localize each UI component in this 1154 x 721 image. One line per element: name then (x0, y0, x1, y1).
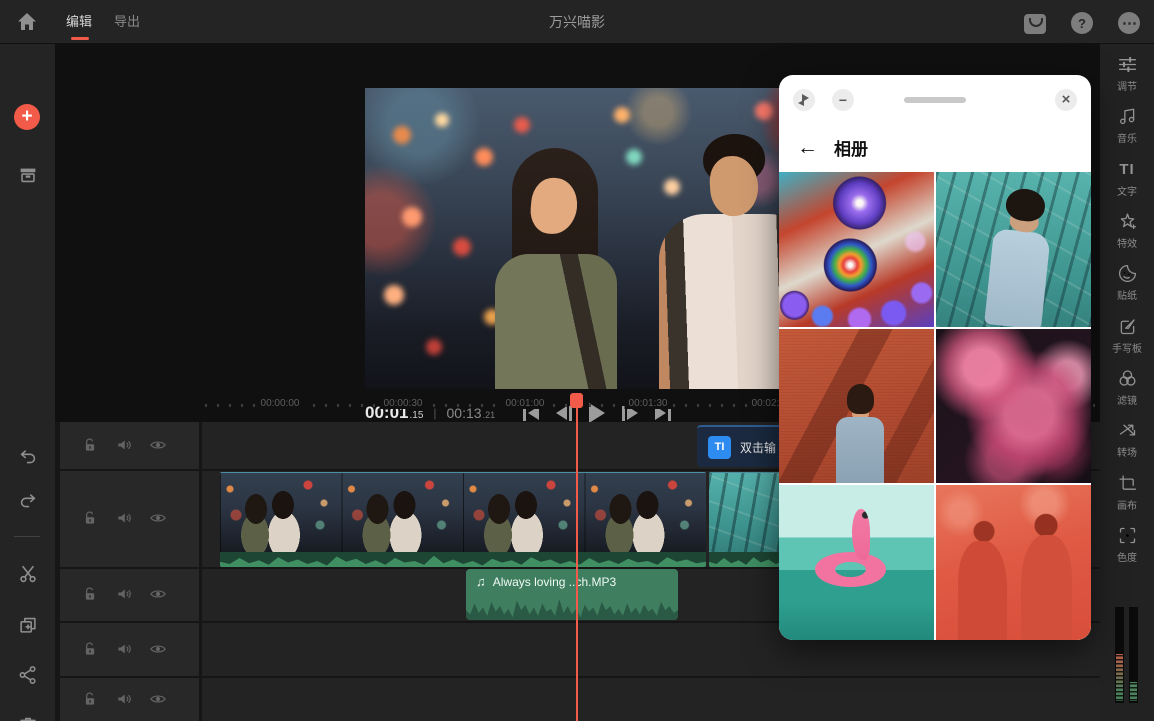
cut-icon[interactable] (0, 557, 55, 591)
album-photo-pink-ink[interactable] (936, 329, 1091, 484)
panel-drag-handle[interactable] (904, 97, 966, 103)
sidebar-label: 音乐 (1117, 130, 1137, 145)
mute-track-icon[interactable] (114, 640, 134, 660)
sidebar-label: 滤镜 (1117, 392, 1137, 407)
sidebar-label: 画布 (1117, 497, 1137, 512)
visibility-track-icon[interactable] (148, 640, 168, 660)
visibility-track-icon[interactable] (148, 509, 168, 529)
undo-icon[interactable] (0, 441, 55, 475)
left-toolbar: + (0, 44, 55, 721)
sidebar-item-effects[interactable]: 特效 (1100, 209, 1154, 257)
track-header (60, 678, 199, 721)
album-photo-grid (779, 172, 1091, 640)
lock-track-icon[interactable] (80, 436, 100, 456)
mute-track-icon[interactable] (114, 690, 134, 710)
track-header (60, 569, 199, 621)
track-header (60, 422, 199, 469)
media-library-icon[interactable] (0, 158, 55, 192)
panel-close-icon[interactable]: × (1055, 89, 1077, 111)
mute-track-icon[interactable] (114, 436, 134, 456)
sidebar-item-adjust[interactable]: 调节 (1100, 52, 1154, 100)
sidebar-item-drawing-pad[interactable]: 手写板 (1100, 314, 1154, 362)
ruler-label: 00:01:30 (625, 398, 672, 409)
mute-track-icon[interactable] (114, 509, 134, 529)
audio-level-meters (1113, 607, 1139, 703)
album-photo-woman-orange-wall[interactable] (779, 329, 934, 484)
panel-dock-icon[interactable] (793, 89, 815, 111)
sidebar-item-music[interactable]: 音乐 (1100, 104, 1154, 152)
visibility-track-icon[interactable] (148, 436, 168, 456)
bokeh-lights (365, 88, 379, 102)
sidebar-label: 文字 (1117, 183, 1137, 198)
sidebar-item-stickers[interactable]: 贴纸 (1100, 261, 1154, 309)
mute-track-icon[interactable] (114, 585, 134, 605)
add-media-button[interactable]: + (14, 104, 40, 130)
audio-meter-left (1115, 607, 1124, 703)
ruler-label: 00:00:30 (380, 398, 427, 409)
video-clip-thumbnails (220, 473, 706, 553)
video-clip-waveform (220, 552, 706, 567)
visibility-track-icon[interactable] (148, 585, 168, 605)
lock-track-icon[interactable] (80, 509, 100, 529)
track-header (60, 623, 199, 676)
ruler-label: 00:00:00 (257, 398, 304, 409)
sidebar-label: 手写板 (1112, 340, 1142, 355)
album-panel: − × ← 相册 (779, 75, 1091, 640)
text-clip-badge: TI (708, 436, 731, 459)
playhead-line (576, 395, 578, 721)
audio-meter-right (1129, 607, 1138, 703)
album-photo-colorful-bubbles[interactable] (779, 172, 934, 327)
duplicate-icon[interactable] (0, 608, 55, 642)
lock-track-icon[interactable] (80, 585, 100, 605)
sidebar-item-chroma[interactable]: 色度 (1100, 523, 1154, 571)
sidebar-label: 色度 (1117, 549, 1137, 564)
lock-track-icon[interactable] (80, 690, 100, 710)
text-clip-label: 双击输 (740, 439, 776, 456)
figure-woman-body (495, 254, 617, 389)
help-icon[interactable]: ? (1069, 9, 1095, 35)
share-icon[interactable] (0, 658, 55, 692)
app-title: 万兴喵影 (0, 0, 1154, 44)
top-bar: 编辑 导出 万兴喵影 ? ⋯ (0, 0, 1154, 44)
music-note-icon: ♫ (476, 574, 486, 589)
store-icon[interactable] (1022, 9, 1048, 35)
track-lane-empty-2[interactable] (202, 678, 1100, 721)
panel-title: 相册 (834, 135, 868, 160)
sidebar-label: 特效 (1117, 235, 1137, 250)
sidebar-item-text[interactable]: TI 文字 (1100, 157, 1154, 205)
right-sidebar: 调节 音乐 TI 文字 特效 贴纸 手写板 滤镜 转场 (1100, 44, 1154, 721)
app-window: 编辑 导出 万兴喵影 ? ⋯ + (0, 0, 1154, 721)
sidebar-item-filters[interactable]: 滤镜 (1100, 366, 1154, 414)
sidebar-item-canvas[interactable]: 画布 (1100, 471, 1154, 519)
sidebar-label: 转场 (1117, 444, 1137, 459)
sidebar-label: 调节 (1117, 78, 1137, 93)
album-photo-man-graffiti[interactable] (936, 172, 1091, 327)
toolbar-divider (14, 536, 40, 537)
track-header (60, 471, 199, 567)
delete-icon[interactable] (0, 708, 55, 721)
panel-minimize-icon[interactable]: − (832, 89, 854, 111)
sidebar-item-transitions[interactable]: 转场 (1100, 418, 1154, 466)
lock-track-icon[interactable] (80, 640, 100, 660)
redo-icon[interactable] (0, 485, 55, 519)
album-photo-flamingo-float[interactable] (779, 485, 934, 640)
album-photo-couple-red[interactable] (936, 485, 1091, 640)
more-menu-icon[interactable]: ⋯ (1116, 9, 1142, 35)
ruler-label: 00:01:00 (502, 398, 549, 409)
visibility-track-icon[interactable] (148, 690, 168, 710)
sidebar-label: 贴纸 (1117, 287, 1137, 302)
back-arrow-icon[interactable]: ← (797, 136, 818, 160)
playhead[interactable] (570, 393, 584, 721)
audio-clip-label: Always loving ..ch.MP3 (493, 575, 616, 589)
video-clip-1[interactable] (220, 472, 706, 567)
